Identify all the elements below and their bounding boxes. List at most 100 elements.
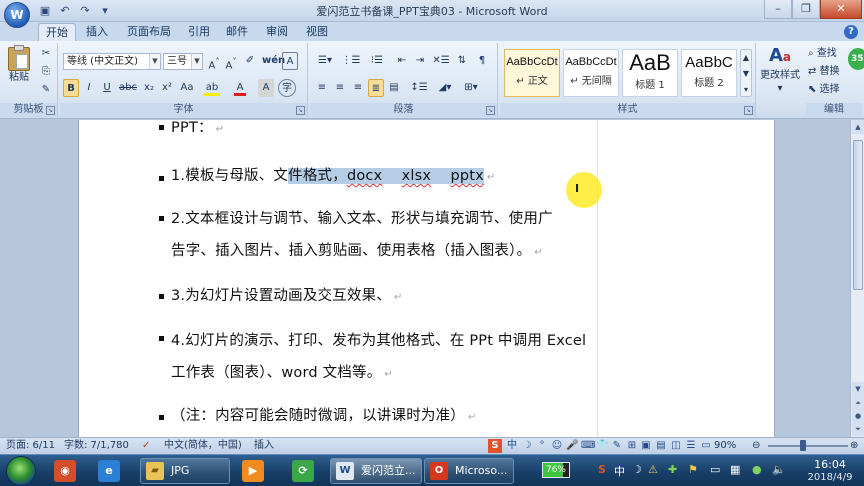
line-spacing-icon[interactable]: ↕☰ (408, 79, 430, 97)
distributed-icon[interactable]: ▤ (386, 79, 402, 97)
clock-date[interactable]: 2018/4/9 (800, 472, 860, 483)
paste-button[interactable]: 粘贴 (4, 45, 34, 85)
taskbar-task-folder[interactable]: ▰ JPG (140, 458, 230, 484)
punctuation-icon[interactable]: ° (536, 439, 548, 453)
vertical-scrollbar[interactable]: ▲ ▼ ⏶ ● ⏷ (850, 120, 864, 437)
outline-view-icon[interactable]: ☰ (685, 439, 697, 453)
ie-browser-icon[interactable]: e (98, 460, 120, 482)
network-tray-icon[interactable]: ▦ (730, 463, 740, 476)
highlight-color-icon[interactable]: ab (202, 79, 222, 97)
style-heading-1[interactable]: AaB 标题 1 (622, 49, 678, 97)
restore-button[interactable]: ❐ (792, 0, 820, 19)
change-case-button[interactable]: Aa (178, 79, 196, 97)
align-right-icon[interactable]: ≡ (350, 79, 366, 97)
security-tray-icon[interactable]: ⚠ (648, 463, 658, 476)
justify-icon[interactable]: ≣ (368, 79, 384, 97)
app-tray-icon[interactable]: ● (752, 463, 762, 476)
style-no-spacing[interactable]: AaBbCcDt ↵ 无间隔 (563, 49, 619, 97)
char-shading-button[interactable]: A (258, 79, 274, 97)
media-app-icon[interactable]: ◉ (54, 460, 76, 482)
shrink-font-icon[interactable]: A˅ (223, 52, 239, 71)
style-normal[interactable]: AaBbCcDt ↵ 正文 (504, 49, 560, 97)
skin-icon[interactable]: 👕 (596, 439, 608, 453)
font-launcher-icon[interactable]: ↘ (296, 106, 305, 115)
tools-icon[interactable]: ✎ (611, 439, 623, 453)
paragraph-launcher-icon[interactable]: ↘ (486, 106, 495, 115)
player-app-icon[interactable]: ▶ (242, 460, 264, 482)
phonetic-guide-icon[interactable]: wén (262, 52, 285, 70)
ime-tray-icon[interactable]: 中 (614, 463, 625, 479)
refresh-app-icon[interactable]: ⟳ (292, 460, 314, 482)
browse-object-icon[interactable]: ● (852, 409, 864, 423)
tab-insert[interactable]: 插入 (80, 23, 114, 41)
shading-icon[interactable]: ◢▾ (434, 79, 456, 97)
tab-home[interactable]: 开始 (38, 23, 76, 41)
style-heading-2[interactable]: AaBbC 标题 2 (681, 49, 737, 97)
sogou-tray-icon[interactable]: S (598, 463, 606, 476)
increase-indent-icon[interactable]: ⇥ (412, 52, 428, 70)
select-button[interactable]: ⬉ 选择 (808, 81, 858, 99)
doc-line[interactable]: 4.幻灯片的演示、打印、发布为其他格式、在 PPt 中调用 Excel (171, 329, 586, 350)
zoom-slider-knob[interactable] (800, 440, 806, 451)
moon-icon[interactable]: ☽ (521, 439, 533, 453)
clock-time[interactable]: 16:04 (800, 458, 860, 471)
tab-view[interactable]: 视图 (300, 23, 334, 41)
italic-button[interactable]: I (81, 79, 97, 97)
doc-line[interactable]: 2.文本框设计与调节、输入文本、形状与填充调节、使用广 (171, 207, 553, 228)
cut-icon[interactable]: ✂ (38, 45, 54, 63)
prev-page-icon[interactable]: ⏶ (852, 396, 864, 410)
battery-indicator[interactable]: 76% (542, 462, 570, 478)
close-button[interactable]: ✕ (820, 0, 862, 19)
ime-mode-icon[interactable]: 中 (506, 439, 518, 453)
tab-page-layout[interactable]: 页面布局 (120, 23, 178, 41)
language-status[interactable]: 中文(简体，中国) (164, 439, 242, 453)
doc-line-selected[interactable]: 1.模板与母版、文件格式，docx xlsx pptx ↵ (171, 164, 496, 185)
font-size-select[interactable]: 三号 ▼ (163, 53, 203, 70)
monitor-tray-icon[interactable]: ▭ (710, 463, 720, 476)
scroll-thumb[interactable] (853, 140, 863, 290)
taskbar-task-word[interactable]: W 爱闪范立... (330, 458, 422, 484)
start-button[interactable] (6, 456, 36, 486)
font-family-select[interactable]: 等线 (中文正文) ▼ (63, 53, 161, 70)
word-count[interactable]: 字数: 7/1,780 (64, 439, 129, 453)
doc-line[interactable]: 告字、插入图片、插入剪贴画、使用表格（插入图表）。 ↵ (171, 239, 543, 260)
document-page[interactable]: PPT： ↵ 1.模板与母版、文件格式，docx xlsx pptx ↵ 2.文本框… (78, 120, 775, 437)
zoom-slider[interactable] (768, 445, 848, 447)
zoom-out-icon[interactable]: ⊖ (752, 439, 760, 453)
enclose-char-icon[interactable]: 字 (278, 79, 296, 97)
format-painter-icon[interactable]: ✎ (38, 81, 54, 99)
styles-scroll[interactable]: ▲ ▼ ▾ (740, 49, 752, 97)
taskbar-task-office[interactable]: O Microso... (424, 458, 514, 484)
tab-references[interactable]: 引用 (182, 23, 216, 41)
grow-font-icon[interactable]: A˄ (206, 52, 222, 71)
flag-tray-icon[interactable]: ⚑ (688, 463, 698, 476)
next-page-icon[interactable]: ⏷ (852, 422, 864, 436)
reading-view-icon[interactable]: ▤ (655, 439, 667, 453)
bullets-icon[interactable]: ☰▾ (314, 52, 336, 70)
align-center-icon[interactable]: ≡ (332, 79, 348, 97)
emoji-icon[interactable]: ☺ (551, 439, 563, 453)
volume-tray-icon[interactable]: 🔈 (772, 463, 786, 476)
copy-icon[interactable]: ⎘ (38, 63, 54, 81)
clipboard-launcher-icon[interactable]: ↘ (46, 106, 55, 115)
print-layout-view-icon[interactable]: ▣ (640, 439, 652, 453)
tab-mailings[interactable]: 邮件 (220, 23, 254, 41)
scroll-down-icon[interactable]: ▼ (852, 382, 864, 396)
doc-line[interactable]: （注：内容可能会随时微调，以讲课时为准） ↵ (171, 404, 477, 425)
decrease-indent-icon[interactable]: ⇤ (394, 52, 410, 70)
keyboard-icon[interactable]: ⌨ (581, 439, 595, 453)
floating-badge[interactable]: 35 (848, 48, 864, 70)
insert-mode[interactable]: 插入 (254, 439, 274, 453)
page-count[interactable]: 页面: 6/11 (6, 439, 55, 453)
doc-line[interactable]: 工作表（图表）、word 文档等。 ↵ (171, 361, 393, 382)
bold-button[interactable]: B (63, 79, 79, 97)
multilevel-list-icon[interactable]: ⁝☰ (366, 52, 388, 70)
char-border-icon[interactable]: A (282, 52, 298, 70)
draft-view-icon[interactable]: ▭ (700, 439, 712, 453)
help-icon[interactable]: ? (844, 25, 858, 39)
sogou-ime-icon[interactable]: S (488, 439, 502, 453)
strikethrough-button[interactable]: abc (118, 79, 138, 97)
doc-line[interactable]: 3.为幻灯片设置动画及交互效果、 ↵ (171, 284, 403, 305)
styles-launcher-icon[interactable]: ↘ (744, 106, 753, 115)
green-tray-icon[interactable]: ✚ (668, 463, 677, 476)
